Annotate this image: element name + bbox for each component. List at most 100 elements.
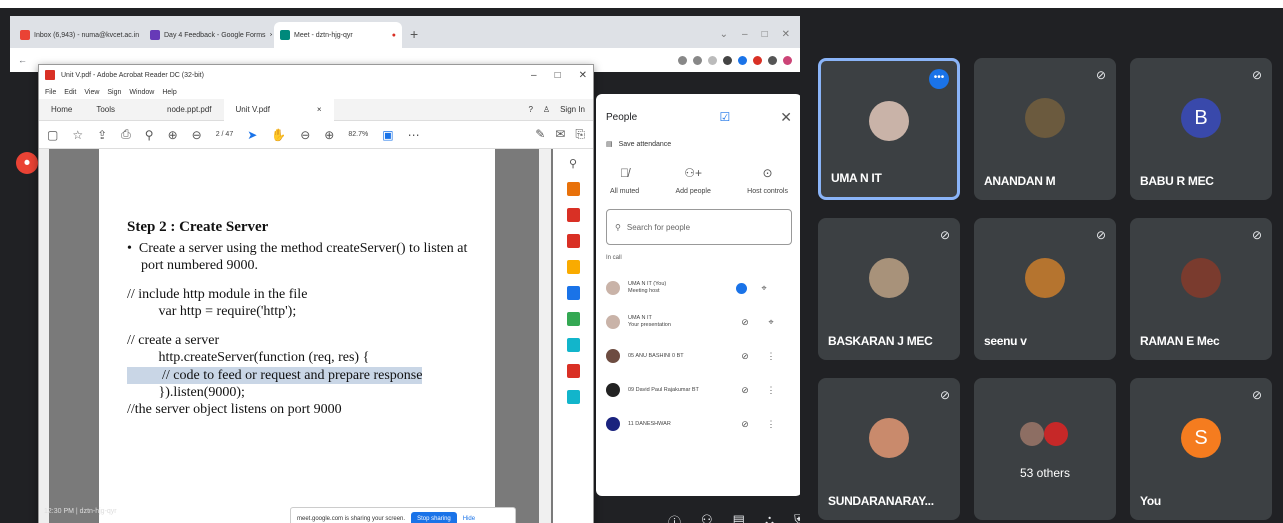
- pin-icon[interactable]: ⌖: [762, 317, 780, 328]
- left-panel-toggle[interactable]: [39, 149, 49, 523]
- minimize-icon[interactable]: –: [531, 70, 537, 81]
- participant-row[interactable]: 09 David Paul Rajakumar BT ⊘ ⋮: [606, 373, 792, 407]
- extension-icon[interactable]: [693, 55, 702, 65]
- upload-icon[interactable]: ⇪: [97, 128, 107, 142]
- menu-help[interactable]: Help: [162, 89, 176, 96]
- close-icon[interactable]: ✕: [780, 109, 792, 126]
- close-icon[interactable]: ✕: [579, 70, 587, 81]
- sign-in-button[interactable]: Sign In: [560, 105, 585, 114]
- save-icon[interactable]: ▢: [47, 128, 58, 142]
- participant-tile[interactable]: ⊘ SUNDARANARAY...: [818, 378, 960, 520]
- extension-icon[interactable]: [768, 55, 777, 65]
- info-icon[interactable]: ⓘ: [668, 512, 681, 523]
- attendance-icon[interactable]: ☑: [720, 110, 731, 124]
- extension-icon[interactable]: [723, 55, 732, 65]
- menu-window[interactable]: Window: [129, 89, 154, 96]
- chat-icon[interactable]: ▤: [733, 512, 745, 523]
- save-attendance-button[interactable]: ▤ Save attendance: [606, 140, 792, 149]
- share-icon[interactable]: ⎘: [575, 127, 585, 142]
- add-people-button[interactable]: ⚇+ Add people: [675, 166, 710, 195]
- participant-tile[interactable]: ⊘ RAMAN E Mec: [1130, 218, 1272, 360]
- more-vert-icon[interactable]: ⋮: [762, 385, 780, 396]
- people-icon[interactable]: ⚇: [701, 512, 713, 523]
- browser-tab-forms[interactable]: Day 4 Feedback - Google Forms ×: [144, 22, 272, 48]
- mic-off-icon[interactable]: ⊘: [736, 351, 754, 362]
- comment-icon[interactable]: [566, 260, 580, 274]
- extension-icon[interactable]: [678, 55, 687, 65]
- activities-icon[interactable]: ⛬: [765, 512, 774, 523]
- browser-tab-gmail[interactable]: Inbox (6,943) - numa@kvcet.ac.in ×: [14, 22, 142, 48]
- vertical-scrollbar[interactable]: [539, 149, 551, 523]
- tab-document-node[interactable]: node.ppt.pdf: [127, 105, 223, 114]
- tab-home[interactable]: Home: [39, 105, 84, 114]
- page-fit-icon[interactable]: ▣: [382, 128, 393, 142]
- menu-view[interactable]: View: [84, 89, 99, 96]
- edit-pdf-icon[interactable]: [566, 234, 580, 248]
- more-icon[interactable]: ⋯: [408, 128, 420, 142]
- tab-document-unitv[interactable]: Unit V.pdf ×: [223, 98, 334, 121]
- participant-row[interactable]: 05 ANU BASHINI 0 BT ⊘ ⋮: [606, 339, 792, 373]
- self-tile[interactable]: ⊘ S You: [1130, 378, 1272, 520]
- zoom-level[interactable]: 82.7%: [348, 131, 368, 138]
- more-options-icon[interactable]: [736, 282, 747, 294]
- combine-files-icon[interactable]: [566, 286, 580, 300]
- close-icon[interactable]: ×: [270, 32, 272, 39]
- back-icon[interactable]: ←: [18, 55, 27, 65]
- new-tab-button[interactable]: +: [404, 26, 424, 48]
- tab-tools[interactable]: Tools: [84, 105, 127, 114]
- extension-icon[interactable]: [753, 55, 762, 65]
- close-icon[interactable]: ×: [317, 99, 322, 121]
- more-vert-icon[interactable]: ⋮: [762, 419, 780, 430]
- create-pdf-icon[interactable]: [566, 208, 580, 222]
- participant-tile[interactable]: ⊘ BASKARAN J MEC: [818, 218, 960, 360]
- extension-icon[interactable]: [738, 55, 747, 65]
- help-icon[interactable]: ?: [528, 105, 532, 114]
- scan-icon[interactable]: [566, 338, 580, 352]
- star-icon[interactable]: ☆: [72, 128, 83, 142]
- menu-sign[interactable]: Sign: [107, 89, 121, 96]
- organize-pages-icon[interactable]: [566, 312, 580, 326]
- mic-off-icon[interactable]: ⊘: [736, 419, 754, 430]
- select-cursor-icon[interactable]: ➤: [247, 128, 257, 142]
- chevron-down-icon[interactable]: ⌄: [720, 29, 728, 40]
- participant-tile[interactable]: ⊘ ANANDAN M: [974, 58, 1116, 200]
- stop-sharing-button[interactable]: Stop sharing: [411, 512, 457, 523]
- profile-avatar[interactable]: [783, 55, 792, 65]
- hide-banner-button[interactable]: Hide: [463, 516, 475, 522]
- lock-icon[interactable]: ⛨: [794, 512, 800, 523]
- others-tile[interactable]: 53 others: [974, 378, 1116, 520]
- browser-tab-meet[interactable]: Meet - dztn-hjg-qyr ●: [274, 22, 402, 48]
- participant-row[interactable]: UMA N IT Your presentation ⊘ ⌖: [606, 305, 792, 339]
- hand-icon[interactable]: ✋: [271, 128, 286, 142]
- host-controls-button[interactable]: ⊙ Host controls: [747, 166, 788, 195]
- participant-tile[interactable]: ••• UMA N IT: [818, 58, 960, 200]
- sign-icon[interactable]: ✎: [535, 127, 545, 142]
- participant-row[interactable]: 11 DANESHWAR ⊘ ⋮: [606, 407, 792, 441]
- fill-sign-icon[interactable]: [566, 364, 580, 378]
- close-icon[interactable]: ✕: [782, 29, 790, 40]
- pin-icon[interactable]: ⌖: [755, 283, 773, 294]
- minimize-icon[interactable]: –: [742, 29, 748, 40]
- search-people-input[interactable]: ⚲ Search for people: [606, 209, 792, 245]
- zoom-icon[interactable]: ⚲: [569, 157, 577, 170]
- participant-row[interactable]: UMA N IT (You) Meeting host ⌖: [606, 271, 792, 305]
- protect-icon[interactable]: [566, 390, 580, 404]
- participant-tile[interactable]: ⊘ seenu v: [974, 218, 1116, 360]
- export-pdf-icon[interactable]: [566, 182, 580, 196]
- page-up-icon[interactable]: ⊕: [168, 128, 178, 142]
- star-icon[interactable]: [708, 55, 717, 65]
- page-down-icon[interactable]: ⊖: [192, 128, 202, 142]
- mic-off-icon[interactable]: ⊘: [736, 317, 754, 328]
- mic-off-icon[interactable]: ⊘: [736, 385, 754, 396]
- search-icon[interactable]: ⚲: [145, 128, 154, 142]
- maximize-icon[interactable]: □: [555, 70, 561, 81]
- page-indicator[interactable]: 2 / 47: [216, 131, 234, 138]
- zoom-in-icon[interactable]: ⊕: [324, 128, 334, 142]
- menu-file[interactable]: File: [45, 89, 56, 96]
- menu-edit[interactable]: Edit: [64, 89, 76, 96]
- meet-fab-icon[interactable]: ⏺: [16, 152, 38, 174]
- mute-all-button[interactable]: 🎙̸ All muted: [610, 166, 639, 195]
- maximize-icon[interactable]: □: [762, 29, 768, 40]
- print-icon[interactable]: ⎙: [121, 127, 131, 142]
- participant-tile[interactable]: ⊘ B BABU R MEC: [1130, 58, 1272, 200]
